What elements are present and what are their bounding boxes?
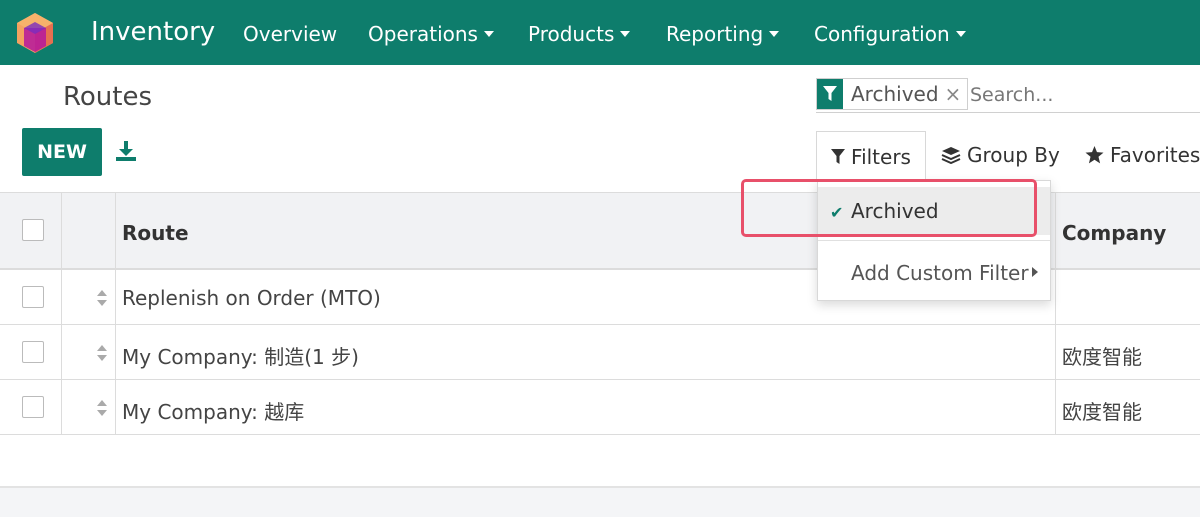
menu-reporting-label: Reporting [666,22,764,46]
app-name[interactable]: Inventory [91,17,215,47]
company-name: 欧度智能 [1062,400,1142,424]
caret-down-icon [620,30,631,37]
new-button[interactable]: NEW [22,128,102,176]
table-row[interactable]: My Company: 越库 欧度智能 [0,380,1200,435]
star-icon [1085,146,1104,164]
group-by-button[interactable]: Group By [941,143,1060,167]
filter-option-archived[interactable]: ✔ Archived [818,187,1050,235]
row-checkbox[interactable] [22,396,44,418]
filters-button[interactable]: Filters [816,131,926,181]
filters-dropdown: ✔ Archived Add Custom Filter [817,180,1051,301]
filters-label: Filters [851,144,911,169]
select-all-checkbox[interactable] [22,219,44,241]
caret-down-icon [955,30,966,37]
menu-configuration[interactable]: Configuration [814,22,966,46]
caret-right-icon [1032,267,1038,277]
app-logo-icon[interactable] [16,12,54,54]
filter-icon [831,148,846,164]
facet-label: Archived [851,82,939,106]
menu-overview[interactable]: Overview [243,22,337,46]
menu-products[interactable]: Products [528,22,631,46]
column-divider [1055,192,1056,435]
footer-band [0,486,1200,517]
menu-configuration-label: Configuration [814,22,950,46]
route-name: My Company: 越库 [122,400,305,424]
check-icon: ✔ [830,203,844,222]
menu-products-label: Products [528,22,615,46]
drag-handle-icon[interactable] [96,344,108,362]
filter-option-label: Archived [851,199,939,223]
column-header-company[interactable]: Company [1062,221,1166,245]
column-divider [115,192,116,435]
drag-handle-icon[interactable] [96,399,108,417]
search-bar: Archived × [816,77,1200,113]
search-input[interactable] [970,81,1195,109]
filter-icon [817,79,843,109]
route-name: Replenish on Order (MTO) [122,286,381,310]
favorites-label: Favorites [1110,143,1200,167]
page-title: Routes [63,82,153,112]
top-navbar: Inventory Overview Operations Products R… [0,0,1200,65]
add-custom-filter[interactable]: Add Custom Filter [851,261,1029,285]
favorites-button[interactable]: Favorites [1085,143,1200,167]
menu-overview-label: Overview [243,22,338,46]
group-by-label: Group By [967,143,1060,167]
column-divider [61,192,62,435]
download-icon[interactable] [115,140,137,162]
close-icon[interactable]: × [945,79,968,109]
drag-handle-icon[interactable] [96,289,108,307]
caret-down-icon [483,30,494,37]
company-name: 欧度智能 [1062,345,1142,369]
menu-operations[interactable]: Operations [368,22,494,46]
row-checkbox[interactable] [22,286,44,308]
menu-operations-label: Operations [368,22,478,46]
route-name: My Company: 制造(1 步) [122,345,359,369]
column-header-route[interactable]: Route [122,221,189,245]
search-facet[interactable]: Archived × [816,78,969,110]
caret-down-icon [769,30,780,37]
menu-reporting[interactable]: Reporting [666,22,780,46]
layers-icon [941,147,961,164]
row-checkbox[interactable] [22,341,44,363]
dropdown-divider [818,240,1050,241]
table-row[interactable]: My Company: 制造(1 步) 欧度智能 [0,325,1200,380]
